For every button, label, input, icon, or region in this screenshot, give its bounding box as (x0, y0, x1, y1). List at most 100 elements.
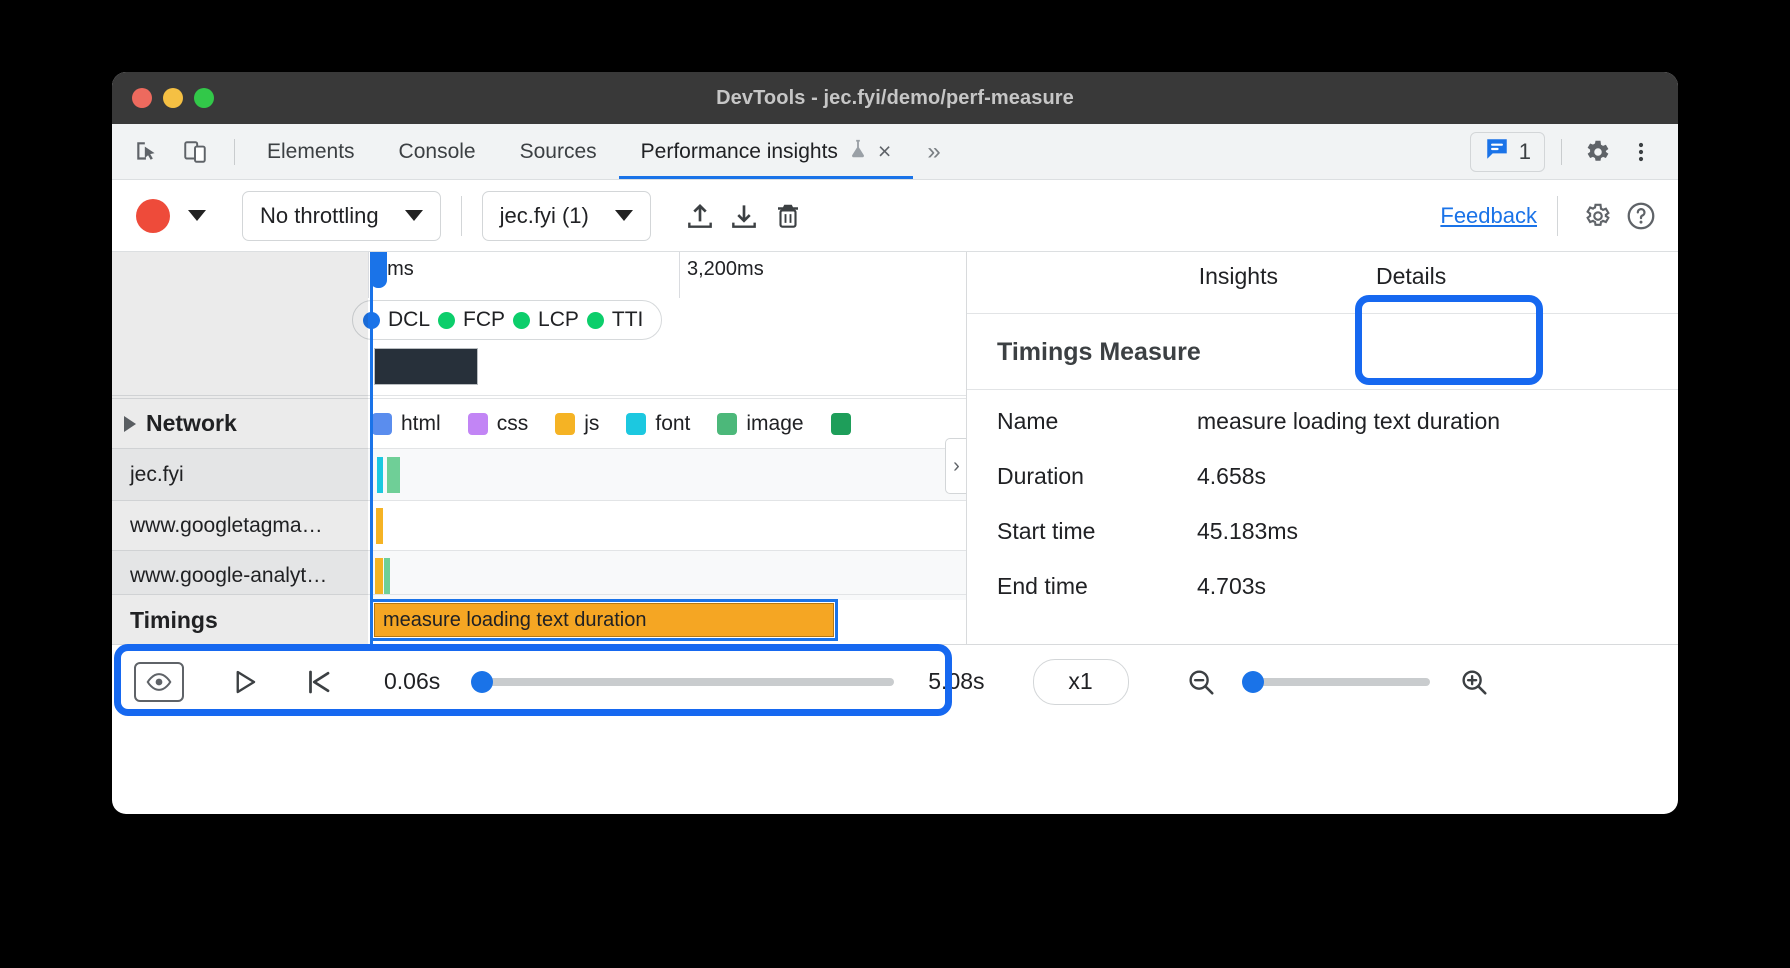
page-value: jec.fyi (1) (500, 203, 589, 229)
tab-console[interactable]: Console (377, 124, 498, 179)
record-options-button[interactable] (178, 197, 216, 235)
zoom-slider-knob[interactable] (1242, 671, 1264, 693)
upload-icon[interactable] (681, 197, 719, 235)
device-toggle-icon[interactable] (176, 133, 214, 171)
message-count: 1 (1519, 139, 1531, 165)
throttling-select[interactable]: No throttling (242, 191, 441, 241)
field-value: 4.703s (1197, 573, 1266, 600)
maximize-window-button[interactable] (194, 88, 214, 108)
console-messages-button[interactable]: 1 (1470, 132, 1545, 172)
request-bar[interactable] (376, 508, 383, 544)
request-bar[interactable] (387, 457, 400, 493)
zoom-out-icon[interactable] (1179, 660, 1223, 704)
tab-sources[interactable]: Sources (498, 124, 619, 179)
details-panel: Insights Details Timings Measure Name me… (967, 252, 1678, 644)
timeline-dim-region (112, 252, 368, 644)
request-bar[interactable] (384, 558, 390, 594)
zoom-slider[interactable] (1245, 678, 1430, 686)
close-icon[interactable]: × (878, 140, 891, 163)
legend-swatch (626, 413, 646, 435)
legend-swatch (831, 413, 851, 435)
trash-icon[interactable] (769, 197, 807, 235)
main-content: 0ms 3,200ms DCL FCP LCP TTI (112, 252, 1678, 644)
window-start-time: 0.06s (384, 668, 440, 695)
minimize-window-button[interactable] (163, 88, 183, 108)
chevron-right-icon[interactable]: › (945, 438, 967, 494)
details-tab-bar: Insights Details (967, 252, 1678, 314)
tab-label: Performance insights (641, 140, 838, 164)
inspect-cursor-icon[interactable] (128, 133, 166, 171)
jump-to-start-icon[interactable] (296, 660, 340, 704)
feedback-link[interactable]: Feedback (1440, 203, 1537, 229)
tab-performance-insights[interactable]: Performance insights × (619, 124, 914, 179)
page-select[interactable]: jec.fyi (1) (482, 191, 651, 241)
devtools-tab-bar: Elements Console Sources Performance ins… (112, 124, 1678, 180)
chevron-down-icon (615, 210, 633, 221)
details-field-list: Name measure loading text duration Durat… (967, 390, 1678, 628)
tti-label: TTI (612, 308, 644, 332)
field-key: End time (997, 573, 1197, 600)
details-row-end-time: End time 4.703s (997, 573, 1678, 628)
tab-label: Sources (520, 140, 597, 164)
devtools-window: DevTools - jec.fyi/demo/perf-measure (112, 72, 1678, 814)
tab-details[interactable]: Details (1366, 263, 1456, 302)
legend-other (831, 413, 851, 435)
details-row-name: Name measure loading text duration (997, 408, 1678, 463)
legend-label: css (497, 412, 529, 436)
close-window-button[interactable] (132, 88, 152, 108)
tab-label: Insights (1199, 263, 1278, 289)
gear-icon[interactable] (1578, 197, 1616, 235)
legend-image: image (717, 412, 803, 436)
title-bar: DevTools - jec.fyi/demo/perf-measure (112, 72, 1678, 124)
legend-swatch (555, 413, 575, 435)
lcp-label: LCP (538, 308, 579, 332)
filmstrip-thumbnail[interactable] (374, 348, 478, 385)
time-range-slider[interactable] (474, 678, 894, 686)
legend-swatch (372, 413, 392, 435)
toolbar-divider-2 (1561, 139, 1562, 165)
gear-icon[interactable] (1578, 133, 1616, 171)
range-slider-knob[interactable] (471, 671, 493, 693)
kebab-menu-icon[interactable] (1622, 133, 1660, 171)
download-icon[interactable] (725, 197, 763, 235)
details-title: Timings Measure (967, 314, 1678, 390)
ruler-tick-label: 3,200ms (687, 258, 764, 281)
legend-js: js (555, 412, 599, 436)
tab-insights[interactable]: Insights (1189, 263, 1288, 302)
chevron-down-icon (405, 210, 423, 221)
performance-toolbar: No throttling jec.fyi (1) (112, 180, 1678, 252)
more-tabs-icon[interactable]: » (913, 124, 954, 179)
timing-markers[interactable]: DCL FCP LCP TTI (352, 300, 662, 340)
field-value: 4.658s (1197, 463, 1266, 490)
field-value: measure loading text duration (1197, 408, 1500, 435)
dcl-label: DCL (388, 308, 430, 332)
toolbar-separator-2 (1557, 196, 1558, 236)
play-icon[interactable] (222, 660, 266, 704)
timings-measure-label: measure loading text duration (383, 609, 647, 632)
throttling-value: No throttling (260, 203, 379, 229)
help-question-icon[interactable] (1622, 197, 1660, 235)
timeline-panel[interactable]: 0ms 3,200ms DCL FCP LCP TTI (112, 252, 967, 644)
tab-elements[interactable]: Elements (245, 124, 377, 179)
zoom-level-label: x1 (1068, 668, 1092, 695)
zoom-level-button[interactable]: x1 (1033, 659, 1129, 705)
timeline-playhead[interactable] (370, 252, 373, 644)
legend-html: html (372, 412, 441, 436)
field-key: Duration (997, 463, 1197, 490)
record-button[interactable] (134, 197, 172, 235)
zoom-in-icon[interactable] (1452, 660, 1496, 704)
legend-label: image (746, 412, 803, 436)
tab-list: Elements Console Sources Performance ins… (245, 124, 955, 179)
details-row-duration: Duration 4.658s (997, 463, 1678, 518)
fcp-marker-dot (438, 312, 455, 329)
window-controls[interactable] (132, 88, 214, 108)
eye-icon[interactable] (134, 662, 184, 702)
timeline-playhead-handle[interactable] (370, 252, 387, 288)
timings-measure-bar[interactable]: measure loading text duration (374, 603, 834, 637)
request-bar[interactable] (377, 457, 383, 493)
toolbar-separator (461, 196, 462, 236)
tab-label: Console (399, 140, 476, 164)
request-bar[interactable] (375, 558, 383, 594)
legend-label: html (401, 412, 441, 436)
details-row-start-time: Start time 45.183ms (997, 518, 1678, 573)
